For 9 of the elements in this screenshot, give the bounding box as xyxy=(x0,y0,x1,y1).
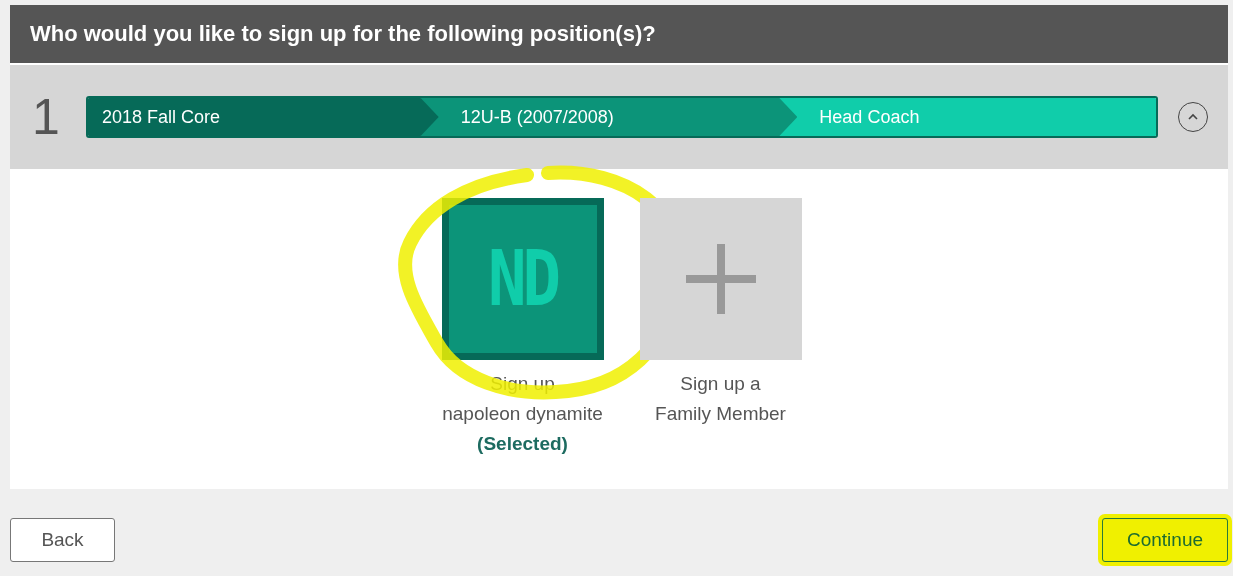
breadcrumb-segment[interactable]: 2018 Fall Core xyxy=(88,98,439,136)
add-member-tile[interactable] xyxy=(639,198,802,360)
plus-icon xyxy=(685,244,756,314)
breadcrumb-segment[interactable]: 12U-B (2007/2008) xyxy=(420,98,798,136)
selected-label: (Selected) xyxy=(477,432,568,456)
back-button[interactable]: Back xyxy=(10,518,115,562)
page-title: Who would you like to sign up for the following position(s)? xyxy=(30,21,656,47)
step-number: 1 xyxy=(32,88,61,146)
option-label: Sign up a Family Member xyxy=(655,372,786,426)
